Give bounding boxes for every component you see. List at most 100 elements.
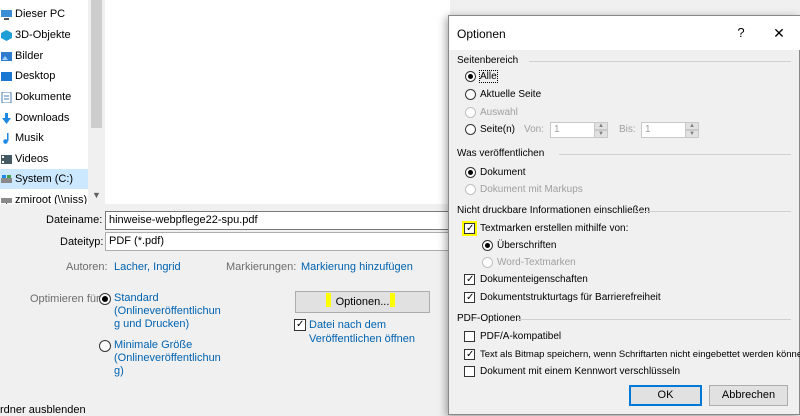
open-after-publish-text[interactable]: Datei nach dem Veröffentlichen öffnen <box>309 318 415 346</box>
nav-scrollbar[interactable]: ▼ <box>88 0 105 204</box>
nav-item-desktop[interactable]: Desktop <box>0 66 88 86</box>
optimize-minimal-radio[interactable] <box>99 340 111 352</box>
network-drive-icon <box>1 197 12 204</box>
optimize-minimal-text[interactable]: Minimale Größe (Onlineveröffentlichun g) <box>114 339 221 378</box>
nav-item-label: zmiroot (\\niss) ( <box>15 194 94 204</box>
group-divider <box>517 319 791 320</box>
filename-input[interactable]: hinweise-webpflege22-spu.pdf <box>105 211 450 230</box>
scroll-down-arrow-icon[interactable]: ▼ <box>91 190 102 200</box>
doc-properties-checkbox[interactable] <box>464 274 475 285</box>
nav-item-documents[interactable]: Dokumente <box>0 87 88 107</box>
structure-tags-label[interactable]: Dokumentstrukturtags für Barrierefreihei… <box>480 292 661 303</box>
scrollbar-thumb[interactable] <box>91 0 102 128</box>
bookmarks-headings-radio[interactable] <box>482 240 493 251</box>
spin-up-icon[interactable]: ▲ <box>685 122 699 130</box>
encrypt-checkbox[interactable] <box>464 366 475 377</box>
nav-item-music[interactable]: Musik <box>0 128 88 148</box>
options-button[interactable]: Optionen... <box>295 291 430 313</box>
3d-objects-icon <box>1 29 12 41</box>
bookmarks-label[interactable]: Textmarken erstellen mithilfe von: <box>480 223 628 234</box>
music-icon <box>3 132 9 144</box>
nav-item-label: Dokumente <box>15 91 72 103</box>
cancel-button-label: Abbrechen <box>721 389 776 401</box>
from-spinner[interactable]: ▲ ▼ <box>594 122 608 138</box>
dialog-titlebar: Optionen ? ✕ <box>449 16 800 50</box>
nav-item-label: Videos <box>15 153 49 165</box>
close-icon[interactable]: ✕ <box>767 25 791 43</box>
to-input[interactable]: 1 <box>641 122 686 138</box>
optimize-standard-line1: Standard <box>114 292 159 304</box>
encrypt-label[interactable]: Dokument mit einem Kennwort verschlüssel… <box>480 366 680 377</box>
bookmarks-word-label[interactable]: Word-Textmarken <box>497 257 576 268</box>
optimize-minimal-line2: (Onlineveröffentlichun <box>114 352 221 364</box>
downloads-icon <box>2 112 11 124</box>
group-divider <box>529 61 791 62</box>
page-range-current-radio[interactable] <box>465 89 476 100</box>
nav-item-system-drive[interactable]: System (C:) <box>0 169 88 189</box>
nav-item-this-pc[interactable]: Dieser PC <box>0 4 88 24</box>
to-label: Bis: <box>619 124 636 135</box>
navigation-pane: Dieser PC 3D-Objekte Bilder Desktop Doku… <box>0 0 105 204</box>
to-spinner[interactable]: ▲ ▼ <box>685 122 699 138</box>
spin-up-icon[interactable]: ▲ <box>594 122 608 130</box>
computer-icon <box>1 9 12 20</box>
pictures-icon <box>1 51 12 61</box>
from-input[interactable]: 1 <box>550 122 595 138</box>
filename-label: Dateiname: <box>46 214 103 226</box>
page-range-selection-label[interactable]: Auswahl <box>480 107 518 118</box>
page-range-pages-radio[interactable] <box>465 124 476 135</box>
spin-down-icon[interactable]: ▼ <box>594 130 608 138</box>
authors-value[interactable]: Lacher, Ingrid <box>114 261 181 273</box>
pdfa-checkbox[interactable] <box>464 331 475 342</box>
options-dialog: Optionen ? ✕ Seitenbereich Alle Aktuelle… <box>448 15 800 415</box>
group-divider <box>559 154 791 155</box>
dialog-title: Optionen <box>457 27 506 41</box>
file-list-area[interactable] <box>105 0 450 204</box>
page-range-current-label[interactable]: Aktuelle Seite <box>480 89 541 100</box>
nav-item-pictures[interactable]: Bilder <box>0 46 88 66</box>
nav-item-3d-objects[interactable]: 3D-Objekte <box>0 25 88 45</box>
optimize-standard-text[interactable]: Standard (Onlineveröffentlichun g und Dr… <box>114 292 221 331</box>
bitmap-label[interactable]: Text als Bitmap speichern, wenn Schrifta… <box>480 349 800 360</box>
cancel-button[interactable]: Abbrechen <box>709 385 788 406</box>
ok-button[interactable]: OK <box>629 385 702 406</box>
drive-icon <box>1 174 12 183</box>
publish-markups-radio[interactable] <box>465 184 476 195</box>
help-icon[interactable]: ? <box>729 25 753 43</box>
nav-item-network-drive[interactable]: zmiroot (\\niss) ( <box>0 190 94 204</box>
publish-document-radio[interactable] <box>465 167 476 178</box>
open-after-line1: Datei nach dem <box>309 319 387 331</box>
highlight-marker <box>326 293 331 307</box>
videos-icon <box>1 154 12 164</box>
bookmarks-checkbox[interactable] <box>464 223 475 234</box>
from-label: Von: <box>524 124 545 135</box>
nav-item-label: Bilder <box>15 50 44 62</box>
spin-down-icon[interactable]: ▼ <box>685 130 699 138</box>
desktop-icon <box>1 71 12 81</box>
publish-document-label[interactable]: Dokument <box>480 167 526 178</box>
bookmarks-headings-label[interactable]: Überschriften <box>497 240 556 251</box>
publish-markups-label[interactable]: Dokument mit Markups <box>480 184 583 195</box>
structure-tags-checkbox[interactable] <box>464 292 475 303</box>
page-range-pages-label[interactable]: Seite(n) <box>480 124 515 135</box>
nav-item-videos[interactable]: Videos <box>0 149 88 169</box>
optimize-standard-radio[interactable] <box>99 293 111 305</box>
optimize-minimal-line1: Minimale Größe <box>114 339 193 351</box>
page-range-selection-radio[interactable] <box>465 107 476 118</box>
page-range-all-radio[interactable] <box>465 71 476 82</box>
hide-folders-button[interactable]: rdner ausblenden <box>0 404 86 416</box>
highlight-marker <box>390 293 395 307</box>
doc-properties-label[interactable]: Dokumenteigenschaften <box>480 274 588 285</box>
open-after-publish-checkbox[interactable] <box>294 319 306 331</box>
nav-item-label: System (C:) <box>15 173 74 185</box>
documents-icon <box>1 91 12 103</box>
page-range-all-label[interactable]: Alle <box>479 70 498 83</box>
tags-label: Markierungen: <box>226 261 297 273</box>
nav-item-downloads[interactable]: Downloads <box>0 108 88 128</box>
bitmap-checkbox[interactable] <box>464 349 475 360</box>
group-title-publish: Was veröffentlichen <box>457 148 545 159</box>
add-tag-link[interactable]: Markierung hinzufügen <box>301 261 413 273</box>
bookmarks-word-radio[interactable] <box>482 257 493 268</box>
filetype-select[interactable]: PDF (*.pdf) <box>105 232 450 251</box>
pdfa-label[interactable]: PDF/A-kompatibel <box>480 331 561 342</box>
